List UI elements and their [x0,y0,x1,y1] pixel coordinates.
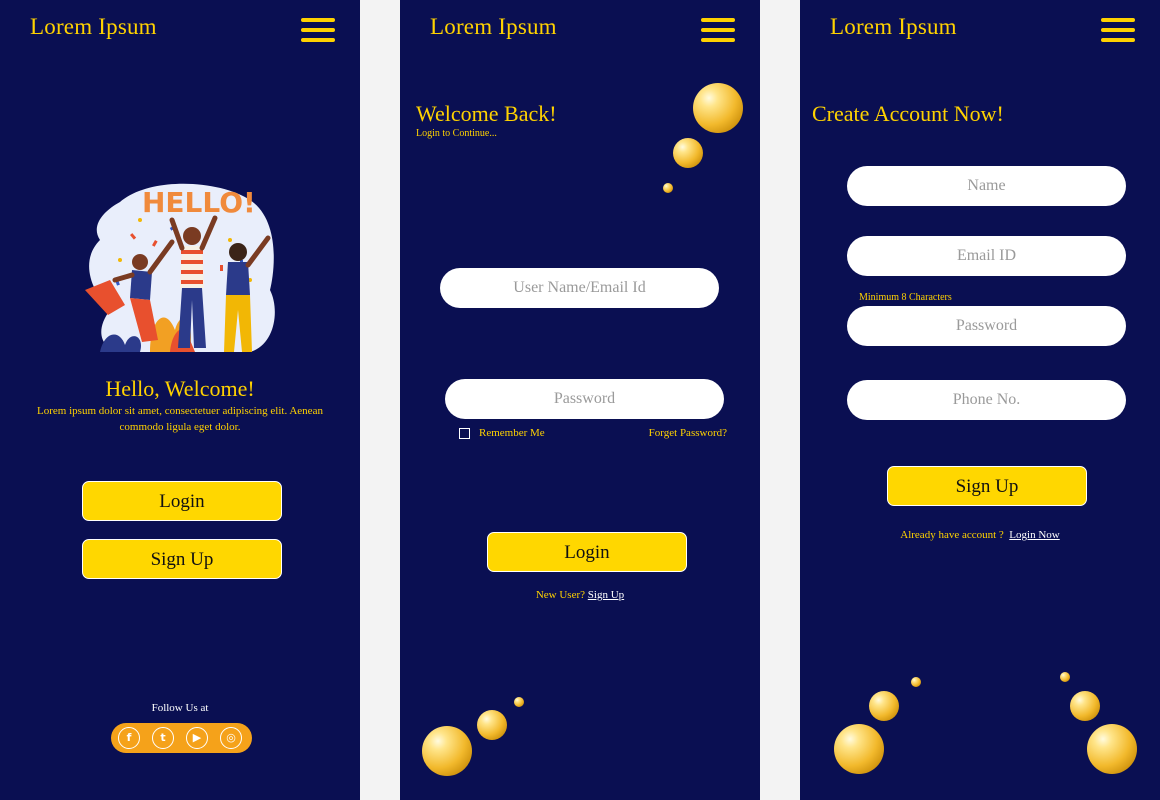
already-label: Already have account ? [900,529,1004,541]
decorative-bubble [834,724,884,774]
login-button[interactable]: Login [487,532,687,572]
login-screen: Lorem Ipsum Welcome Back! Login to Conti… [400,0,760,800]
password-input[interactable] [445,379,724,419]
decorative-bubble [663,183,673,193]
login-button[interactable]: Login [82,481,282,521]
brand-title: Lorem Ipsum [30,14,157,39]
remember-me[interactable]: Remember Me [459,427,545,439]
signup-screen: Lorem Ipsum Create Account Now! Minimum … [800,0,1160,800]
decorative-bubble [1087,724,1137,774]
new-user-prompt: New User? Sign Up [400,589,760,601]
login-subtitle: Login to Continue... [416,128,497,139]
password-hint: Minimum 8 Characters [859,292,952,303]
hello-illustration: HELLO! [85,183,275,352]
forgot-password-link[interactable]: Forget Password? [649,427,727,439]
decorative-bubble [1070,691,1100,721]
welcome-screen: Lorem Ipsum HELLO! Hello, Welcome! Lorem… [0,0,360,800]
decorative-bubble [693,83,743,133]
email-input[interactable] [847,236,1126,276]
username-input[interactable] [440,268,719,308]
decorative-bubble [911,677,921,687]
twitter-icon[interactable]: t [152,727,174,749]
new-user-label: New User? [535,589,586,601]
signup-link[interactable]: Sign Up [588,589,624,601]
hamburger-menu-icon[interactable] [301,18,335,44]
youtube-icon[interactable]: ▶ [186,727,208,749]
instagram-icon[interactable]: ◎ [220,727,242,749]
welcome-back-title: Welcome Back! [416,101,557,126]
brand-title: Lorem Ipsum [830,14,957,39]
name-input[interactable] [847,166,1126,206]
signup-button[interactable]: Sign Up [887,466,1087,506]
follow-label: Follow Us at [151,702,209,714]
decorative-bubble [422,726,472,776]
signup-button[interactable]: Sign Up [82,539,282,579]
phone-input[interactable] [847,380,1126,420]
login-now-link[interactable]: Login Now [1009,529,1059,541]
hamburger-menu-icon[interactable] [1101,18,1135,44]
decorative-bubble [477,710,507,740]
brand-title: Lorem Ipsum [430,14,557,39]
decorative-bubble [1060,672,1070,682]
decorative-bubble [514,697,524,707]
social-bar: f t ▶ ◎ [111,723,252,753]
password-input[interactable] [847,306,1126,346]
remember-checkbox[interactable] [459,427,470,439]
hamburger-menu-icon[interactable] [701,18,735,44]
decorative-bubble [673,138,703,168]
welcome-description: Lorem ipsum dolor sit amet, consectetuer… [37,405,323,433]
remember-label: Remember Me [479,427,545,439]
hello-text: HELLO! [142,186,256,219]
already-account-prompt: Already have account ? Login Now [800,529,1160,541]
welcome-title: Hello, Welcome! [105,376,255,401]
decorative-bubble [869,691,899,721]
facebook-icon[interactable]: f [118,727,140,749]
create-account-title: Create Account Now! [812,101,1004,126]
